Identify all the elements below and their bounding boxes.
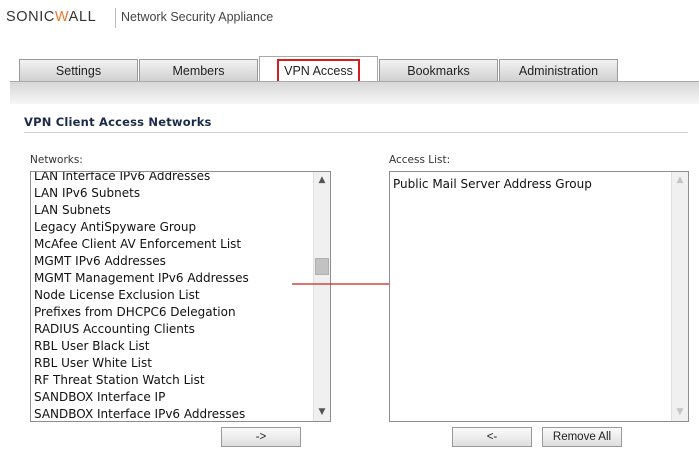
header-divider [115,8,116,28]
list-item[interactable]: LAN Interface IPv6 Addresses [34,172,312,185]
sonicwall-logo: SONICWALL [6,9,97,25]
list-item[interactable]: Prefixes from DHCPC6 Delegation [34,304,312,321]
access-list: Public Mail Server Address Group [393,176,670,193]
access-list-label: Access List: [389,154,451,166]
section-divider [24,132,688,133]
remove-all-button[interactable]: Remove All [542,427,622,447]
networks-scrollbar[interactable]: ▲ ▼ [313,172,330,421]
annotation-arrow-icon [292,280,401,288]
list-item[interactable]: MGMT IPv6 Addresses [34,253,312,270]
tab-settings[interactable]: Settings [19,59,138,82]
list-item[interactable]: LAN Subnets [34,202,312,219]
tab-bar: Settings Members VPN Access Bookmarks Ad… [0,56,699,83]
scroll-thumb[interactable] [315,258,329,275]
list-item[interactable]: McAfee Client AV Enforcement List [34,236,312,253]
list-item[interactable]: RADIUS Accounting Clients [34,321,312,338]
list-item[interactable]: SANDBOX Interface IP [34,389,312,406]
access-list-scrollbar[interactable]: ▲ ▼ [671,172,688,421]
tab-bookmarks[interactable]: Bookmarks [379,59,498,82]
access-listbox[interactable]: Public Mail Server Address Group ▲ ▼ [389,171,689,422]
add-to-access-list-button[interactable]: -> [221,427,301,447]
list-item[interactable]: LAN IPv6 Subnets [34,185,312,202]
product-name: Network Security Appliance [121,10,274,24]
tab-administration[interactable]: Administration [499,59,618,82]
list-item[interactable]: RBL User White List [34,355,312,372]
tab-members[interactable]: Members [139,59,258,82]
scroll-down-icon[interactable]: ▼ [314,404,330,421]
list-item[interactable]: Legacy AntiSpyware Group [34,219,312,236]
scroll-up-icon[interactable]: ▲ [672,172,688,189]
networks-list: LAN Interface IPv6 Addresses LAN IPv6 Su… [34,172,312,421]
remove-from-access-list-button[interactable]: <- [452,427,532,447]
tab-content-band [10,82,699,104]
list-item[interactable]: Node License Exclusion List [34,287,312,304]
vpn-access-highlight: VPN Access [277,59,360,83]
list-item[interactable]: RBL User Black List [34,338,312,355]
tab-vpn-access[interactable]: VPN Access [259,56,378,83]
networks-listbox[interactable]: LAN Interface IPv6 Addresses LAN IPv6 Su… [30,171,331,422]
section-title: VPN Client Access Networks [24,115,212,129]
list-item[interactable]: RF Threat Station Watch List [34,372,312,389]
networks-label: Networks: [30,154,83,166]
scroll-down-icon[interactable]: ▼ [672,404,688,421]
list-item[interactable]: SANDBOX Interface IPv6 Addresses [34,406,312,421]
app-header: SONICWALL Network Security Appliance [0,0,699,36]
list-item[interactable]: MGMT Management IPv6 Addresses [34,270,312,287]
scroll-up-icon[interactable]: ▲ [314,172,330,189]
list-item[interactable]: Public Mail Server Address Group [393,176,670,193]
